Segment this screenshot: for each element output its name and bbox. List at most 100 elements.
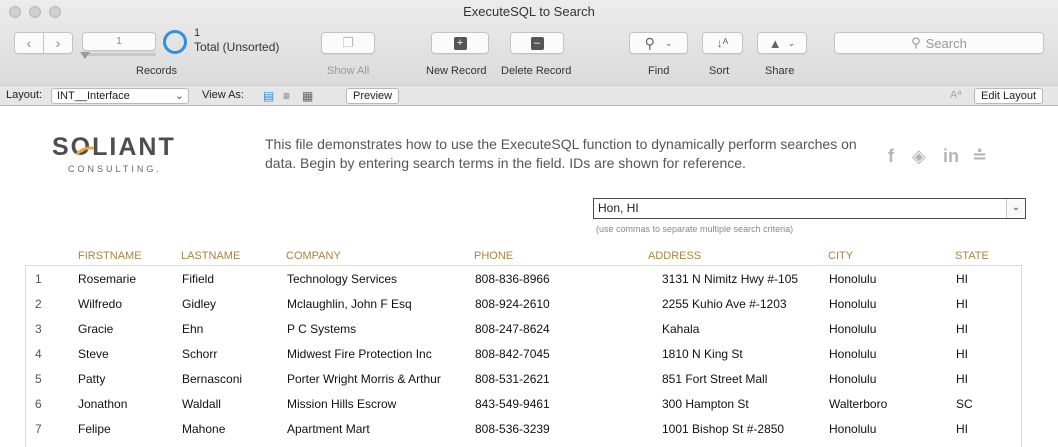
share-label: Share	[765, 65, 795, 77]
row-id: 1	[35, 272, 42, 286]
rss-icon[interactable]: ≐	[972, 146, 987, 167]
linkedin-icon[interactable]: in	[943, 146, 959, 167]
layout-bar: Layout: INT__Interface ⌄ View As: ▤ ≡ ▦ …	[0, 85, 1058, 106]
logo-subtitle: CONSULTING.	[68, 164, 162, 174]
row-id: 2	[35, 297, 42, 311]
delete-record-button[interactable]: –	[510, 32, 564, 54]
cell-city: Honolulu	[829, 272, 877, 286]
chevron-down-icon: ⌄	[664, 37, 673, 48]
magnifier-icon: ⚲	[644, 34, 655, 51]
quick-find-search[interactable]: ⚲ Search	[834, 32, 1044, 54]
chevron-down-icon: ⌄	[1011, 202, 1021, 213]
table-row[interactable]: 6 Jonathon Waldall Mission Hills Escrow …	[26, 391, 1021, 416]
window-toolbar: ExecuteSQL to Search ‹ › 1 1 Total (Unso…	[0, 0, 1058, 94]
sort-button[interactable]: ↓ᴬ	[702, 32, 743, 54]
table-row[interactable]: 4 Steve Schorr Midwest Fire Protection I…	[26, 341, 1021, 366]
record-slider[interactable]	[84, 53, 156, 56]
cell-phone: 808-536-3239	[475, 422, 550, 436]
table-row[interactable]: 2 Wilfredo Gidley Mclaughlin, John F Esq…	[26, 291, 1021, 316]
cell-company: Mclaughlin, John F Esq	[287, 297, 412, 311]
cell-address: 1001 Bishop St #-2850	[662, 422, 785, 436]
cell-state: HI	[956, 422, 968, 436]
header-city: CITY	[828, 250, 854, 262]
cell-lastname: Gidley	[182, 297, 217, 311]
delete-record-label: Delete Record	[501, 65, 572, 77]
cell-lastname: Bernasconi	[182, 372, 243, 386]
record-number-field[interactable]: 1	[82, 32, 156, 51]
cell-address: Kahala	[662, 322, 700, 336]
cell-city: Honolulu	[829, 347, 877, 361]
search-dropdown-button[interactable]: ⌄	[1006, 199, 1025, 218]
record-slider-knob[interactable]	[80, 52, 90, 59]
edit-layout-button[interactable]: Edit Layout	[974, 88, 1044, 104]
cell-address: 851 Fort Street Mall	[662, 372, 768, 386]
share-button[interactable]: ▲ ⌄	[757, 32, 807, 54]
header-phone: PHONE	[474, 250, 514, 262]
plus-icon: +	[453, 36, 467, 50]
search-criteria-field[interactable]: Hon, HI	[593, 198, 1026, 219]
cell-company: Midwest Fire Protection Inc	[287, 347, 432, 361]
cell-phone: 843-549-9461	[475, 397, 550, 411]
cell-company: Porter Wright Morris & Arthur	[287, 372, 441, 386]
share-icon: ▲	[768, 35, 782, 51]
row-id: 7	[35, 422, 42, 436]
table-row[interactable]: 7 Felipe Mahone Apartment Mart 808-536-3…	[26, 416, 1021, 441]
cell-state: HI	[956, 322, 968, 336]
cell-firstname: Gracie	[78, 322, 114, 336]
find-label: Find	[648, 65, 670, 77]
row-id: 6	[35, 397, 42, 411]
cell-lastname: Fifield	[182, 272, 215, 286]
cell-lastname: Ehn	[182, 322, 204, 336]
total-label: Total (Unsorted)	[194, 40, 280, 54]
cell-company: Mission Hills Escrow	[287, 397, 397, 411]
new-record-label: New Record	[426, 65, 487, 77]
results-table: 1 Rosemarie Fifield Technology Services …	[25, 265, 1022, 447]
find-button[interactable]: ⚲ ⌄	[629, 32, 688, 54]
next-record-button[interactable]: ›	[44, 35, 72, 51]
search-icon: ⚲	[911, 35, 921, 50]
cell-firstname: Patty	[78, 372, 106, 386]
cell-city: Honolulu	[829, 297, 877, 311]
cell-address: 3131 N Nimitz Hwy #-105	[662, 272, 799, 286]
previous-record-button[interactable]: ‹	[15, 35, 43, 51]
minus-icon: –	[530, 36, 544, 50]
table-row[interactable]: 1 Rosemarie Fifield Technology Services …	[26, 266, 1021, 291]
new-record-button[interactable]: +	[431, 32, 489, 54]
sort-label: Sort	[709, 65, 730, 77]
show-all-label: Show All	[327, 65, 370, 77]
found-count: 1	[194, 27, 201, 39]
cell-state: HI	[956, 372, 968, 386]
view-as-label: View As:	[202, 89, 244, 101]
facebook-icon[interactable]: f	[888, 146, 894, 167]
form-view-icon[interactable]: ▤	[263, 89, 274, 103]
list-view-icon[interactable]: ≡	[283, 89, 290, 103]
cell-phone: 808-842-7045	[475, 347, 550, 361]
records-label: Records	[136, 65, 177, 77]
header-address: ADDRESS	[648, 250, 702, 262]
layout-label: Layout:	[6, 89, 43, 101]
logo-wordmark: SOLIANT	[52, 133, 176, 161]
chevron-down-icon: ⌄	[174, 90, 184, 102]
header-company: COMPANY	[286, 250, 341, 262]
cell-state: HI	[956, 347, 968, 361]
text-format-icon[interactable]: Aª	[950, 89, 961, 101]
header-firstname: FIRSTNAME	[78, 250, 142, 262]
cell-city: Walterboro	[829, 397, 888, 411]
cell-firstname: Jonathon	[78, 397, 128, 411]
intro-text: This file demonstrates how to use the Ex…	[265, 136, 857, 171]
preview-button[interactable]: Preview	[346, 88, 400, 104]
cell-company: Technology Services	[287, 272, 398, 286]
table-row[interactable]: 3 Gracie Ehn P C Systems 808-247-8624 Ka…	[26, 316, 1021, 341]
row-id: 5	[35, 372, 42, 386]
soliant-logo: SOLIANT CONSULTING.	[52, 133, 176, 174]
cell-company: Apartment Mart	[287, 422, 370, 436]
cell-phone: 808-531-2621	[475, 372, 550, 386]
layout-select[interactable]: INT__Interface ⌄	[51, 88, 189, 104]
twitter-icon[interactable]: ◈	[912, 146, 926, 167]
show-all-button[interactable]: ❐	[321, 32, 375, 54]
row-id: 4	[35, 347, 42, 361]
cell-address: 1810 N King St	[662, 347, 743, 361]
header-state: STATE	[955, 250, 989, 262]
table-row[interactable]: 5 Patty Bernasconi Porter Wright Morris …	[26, 366, 1021, 391]
table-view-icon[interactable]: ▦	[302, 89, 313, 103]
